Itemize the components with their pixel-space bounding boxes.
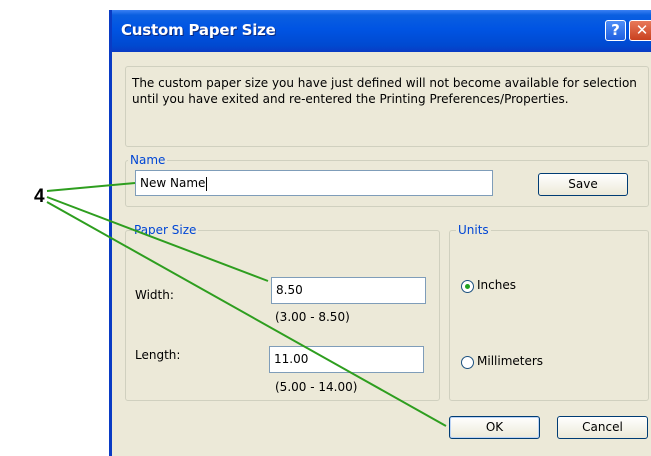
callout-line-ok xyxy=(46,201,447,427)
callout-lines xyxy=(46,182,447,427)
callout-line-name xyxy=(46,182,136,192)
callout-line-width xyxy=(46,196,269,282)
